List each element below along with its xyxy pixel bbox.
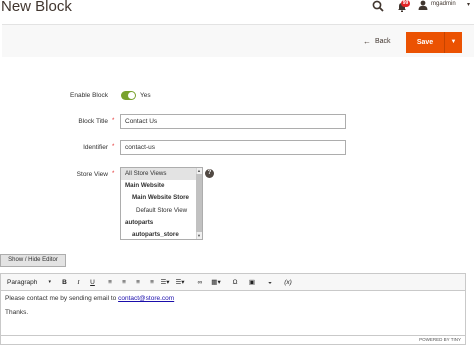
editor-paragraph: Thanks. [5,308,29,316]
chevron-down-icon: ▾ [48,279,51,285]
editor-paragraph: Please contact me by sending email to co… [5,295,461,303]
editor-content[interactable]: Please contact me by sending email to co… [1,291,465,328]
widget-icon[interactable]: ◒ [266,277,274,288]
back-arrow-icon: ← [363,37,371,46]
align-justify-icon[interactable]: ≡ [148,277,156,288]
wysiwyg-editor: Paragraph ▾ B I U ≡ ≡ ≡ ≡ ☰▾ ☰▾ ∞ ▦▾ Ω ▣… [0,273,466,345]
editor-status-bar [1,335,465,344]
special-character-icon[interactable]: Ω [231,277,239,288]
enable-block-value: Yes [140,92,151,99]
align-left-icon[interactable]: ≡ [106,277,114,288]
block-title-label: Block Title [78,118,108,125]
identifier-label: Identifier [83,144,108,151]
format-select[interactable]: Paragraph ▾ [4,277,52,288]
required-asterisk: * [112,118,115,124]
toggle-knob [128,92,135,99]
powered-by-tiny[interactable]: POWERED BY TINY [419,337,461,342]
page-actions-bar: ← Back Save ▼ [2,24,474,57]
editor-toolbar: Paragraph ▾ B I U ≡ ≡ ≡ ≡ ☰▾ ☰▾ ∞ ▦▾ Ω ▣… [1,274,465,291]
help-icon[interactable]: ? [205,169,214,178]
underline-icon[interactable]: U [89,277,96,288]
notifications-badge: 99 [401,0,410,7]
format-select-value: Paragraph [7,279,38,286]
show-hide-editor-button[interactable]: Show / Hide Editor [0,254,66,267]
save-split-button: Save ▼ [406,32,462,53]
required-asterisk: * [112,171,115,177]
username-link[interactable]: mgadmin [431,1,456,7]
store-view-option[interactable]: Main Website Store [121,192,202,204]
store-view-label: Store View [76,171,108,178]
enable-block-toggle[interactable] [121,91,136,100]
store-view-option[interactable]: Default Store View [121,205,202,217]
italic-icon[interactable]: I [75,277,82,288]
editor-text: Please contact me by sending email to [5,295,119,302]
enable-block-label: Enable Block [70,92,108,99]
user-icon[interactable] [418,0,428,10]
required-asterisk: * [112,144,115,150]
bold-icon[interactable]: B [61,277,68,288]
image-icon[interactable]: ▣ [248,277,256,288]
scroll-down-icon[interactable]: ▼ [196,233,202,239]
search-icon[interactable] [372,0,384,12]
store-view-option[interactable]: Main Website [121,180,202,192]
scrollbar-thumb[interactable] [196,174,202,232]
variable-icon[interactable]: (x) [284,277,292,288]
save-options-toggle[interactable]: ▼ [445,32,462,53]
bullet-list-icon[interactable]: ☰▾ [160,277,170,288]
back-button[interactable]: ← Back [363,37,391,46]
store-view-option[interactable]: autoparts [121,217,202,229]
numbered-list-icon[interactable]: ☰▾ [175,277,185,288]
email-link[interactable]: contact@store.com [118,295,174,302]
store-view-multiselect[interactable]: All Store Views Main Website Main Websit… [120,167,203,240]
page-title: New Block [1,0,72,15]
multiselect-scrollbar[interactable]: ▲ ▼ [196,168,202,239]
store-view-option[interactable]: autoparts_store [121,229,202,239]
save-button[interactable]: Save [406,32,445,53]
table-icon[interactable]: ▦▾ [210,277,222,288]
user-menu-caret-icon[interactable]: ▾ [467,1,470,8]
back-button-label: Back [375,38,391,45]
block-title-input[interactable] [120,114,346,129]
align-right-icon[interactable]: ≡ [134,277,142,288]
store-view-option[interactable]: All Store Views [121,168,202,181]
link-icon[interactable]: ∞ [196,277,204,288]
identifier-input[interactable] [120,140,346,155]
align-center-icon[interactable]: ≡ [120,277,128,288]
chevron-down-icon: ▼ [450,39,457,45]
